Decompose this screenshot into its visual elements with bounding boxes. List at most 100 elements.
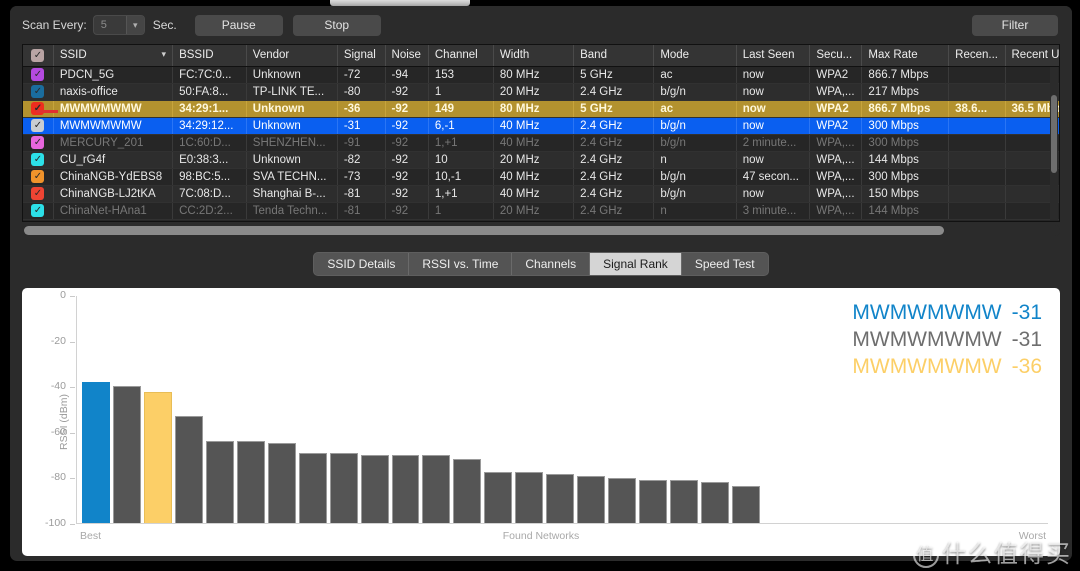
check-icon: ✓	[31, 170, 45, 183]
chart-bar[interactable]	[577, 475, 606, 523]
chart-bar[interactable]	[267, 443, 296, 523]
chart-bar[interactable]	[205, 441, 234, 523]
cell-recent-down: 38.6...	[948, 100, 1006, 118]
cell-last-seen: now	[736, 117, 811, 135]
cell-signal: -72	[337, 66, 386, 84]
row-checkbox[interactable]: ✓	[23, 100, 54, 118]
row-checkbox[interactable]: ✓	[23, 134, 54, 152]
column-header-recent-up-speed[interactable]: Recent Up Spe...	[1005, 45, 1059, 67]
tab-rssi-vs-time[interactable]: RSSI vs. Time	[409, 253, 513, 275]
table-row[interactable]: ✓ ChinaNGB-LJ2tKA 7C:08:D... Shanghai B-...…	[23, 185, 1059, 203]
cell-ssid: CU_rG4f	[53, 151, 174, 169]
scan-interval-select[interactable]: 5 ▾	[92, 15, 145, 35]
chart-bar[interactable]	[143, 391, 172, 523]
chart-bar[interactable]	[608, 477, 637, 523]
row-checkbox[interactable]: ✓	[23, 185, 54, 203]
column-header-bssid[interactable]: BSSID	[172, 45, 247, 67]
table-row[interactable]: ✓ MWMWMWMW 34:29:1... Unknown -36 -92 149 80 MH…	[23, 100, 1059, 118]
column-header-channel[interactable]: Channel	[428, 45, 494, 67]
chart-bar[interactable]	[422, 455, 451, 523]
column-header-last-seen[interactable]: Last Seen	[736, 45, 811, 67]
column-header-width[interactable]: Width	[493, 45, 575, 67]
chart-bar[interactable]	[546, 473, 575, 523]
chart-bar[interactable]	[298, 453, 327, 523]
tab-channels[interactable]: Channels	[512, 253, 591, 275]
chart-bar[interactable]	[391, 455, 420, 523]
pause-button[interactable]: Pause	[194, 14, 283, 36]
header-select-all-checkbox[interactable]: ✓	[23, 45, 54, 67]
chart-x-axis-label: Found Networks	[502, 530, 580, 542]
row-checkbox[interactable]: ✓	[23, 83, 54, 101]
y-tick-label: -40	[50, 380, 66, 393]
seconds-label: Sec.	[152, 18, 177, 32]
cell-vendor: SHENZHEN...	[246, 134, 338, 152]
cell-bssid: 1C:60:D...	[172, 134, 247, 152]
watermark: 值什么值得买	[913, 534, 1072, 569]
chart-bar[interactable]	[82, 381, 110, 523]
row-checkbox[interactable]: ✓	[23, 168, 54, 186]
stop-button[interactable]: Stop	[292, 14, 381, 36]
row-checkbox[interactable]: ✓	[23, 66, 54, 84]
cell-noise: -92	[385, 202, 429, 220]
chart-bar[interactable]	[112, 385, 141, 523]
row-checkbox[interactable]: ✓	[23, 117, 54, 135]
cell-security: WPA,...	[809, 83, 863, 101]
cell-mode: n	[653, 202, 737, 220]
cell-last-seen: now	[736, 83, 811, 101]
chart-bar[interactable]	[360, 455, 389, 523]
cell-width: 80 MHz	[493, 100, 575, 118]
cell-width: 80 MHz	[493, 66, 575, 84]
table-row[interactable]: ✓ ChinaNGB-YdEBS8 98:BC:5... SVA TECHN... -7…	[23, 168, 1059, 186]
tab-ssid-details[interactable]: SSID Details	[314, 253, 410, 275]
row-checkbox[interactable]: ✓	[23, 151, 54, 169]
column-header-max-rate[interactable]: Max Rate	[861, 45, 950, 67]
chart-bar[interactable]	[484, 471, 513, 523]
cell-channel: 149	[428, 100, 494, 118]
table-row[interactable]: ✓ naxis-office 50:FA:8... TP-LINK TE... -80-…	[23, 83, 1059, 101]
table-vertical-scrollbar[interactable]	[1050, 67, 1058, 220]
cell-signal: -73	[337, 168, 386, 186]
table-row[interactable]: ✓ MWMWMWMW 34:29:12... Unknown -31 -92 6,-1 40 …	[23, 117, 1059, 135]
table-horizontal-scrollbar[interactable]	[22, 225, 1060, 236]
column-header-noise[interactable]: Noise	[385, 45, 429, 67]
table-row[interactable]: ✓ PDCN_5G FC:7C:0... Unknown -72 -94 153 80 MHz…	[23, 66, 1059, 84]
chevron-down-icon: ▾	[125, 16, 144, 34]
cell-noise: -92	[385, 100, 429, 118]
column-header-security[interactable]: Secu...	[809, 45, 863, 67]
table-row[interactable]: ✓ ChinaNet-HAna1 CC:2D:2... Tenda Techn... -…	[23, 202, 1059, 220]
column-header-vendor[interactable]: Vendor	[246, 45, 338, 67]
chart-bar[interactable]	[515, 471, 544, 523]
chart-bar[interactable]	[453, 459, 482, 523]
chart-bar[interactable]	[701, 482, 730, 523]
column-header-recent-down-speed[interactable]: Recen...	[948, 45, 1006, 67]
cell-security: WPA,...	[809, 185, 863, 203]
column-header-mode[interactable]: Mode	[653, 45, 737, 67]
table-row[interactable]: ✓ MERCURY_201 1C:60:D... SHENZHEN... -91 -92 1…	[23, 134, 1059, 152]
y-tick-label: -20	[50, 334, 66, 347]
cell-last-seen: now	[736, 151, 811, 169]
column-header-band[interactable]: Band	[573, 45, 655, 67]
filter-button[interactable]: Filter	[972, 14, 1058, 36]
scrollbar-thumb-horizontal[interactable]	[24, 226, 944, 235]
chart-bar[interactable]	[236, 441, 265, 523]
cell-mode: b/g/n	[653, 168, 737, 186]
chart-bar[interactable]	[329, 453, 358, 523]
cell-recent-down	[948, 117, 1006, 135]
cell-security: WPA2	[809, 100, 863, 118]
watermark-logo: 值	[913, 542, 939, 568]
check-icon: ✓	[31, 119, 45, 132]
tab-speed-test[interactable]: Speed Test	[681, 253, 768, 275]
chart-bar[interactable]	[174, 416, 203, 523]
cell-security: WPA,...	[809, 202, 863, 220]
scrollbar-thumb[interactable]	[1051, 95, 1057, 173]
table-row[interactable]: ✓ CU_rG4f E0:38:3... Unknown -82 -92 10 20 MHz 2…	[23, 151, 1059, 169]
tab-signal-rank[interactable]: Signal Rank	[590, 253, 682, 275]
chart-bar[interactable]	[670, 479, 699, 523]
column-header-signal[interactable]: Signal	[337, 45, 386, 67]
chart-bar[interactable]	[732, 486, 760, 523]
networks-table: ✓ SSID ▾ BSSID Vendor Signal Noise Chann…	[23, 45, 1059, 220]
cell-ssid: ChinaNGB-YdEBS8	[53, 168, 174, 186]
row-checkbox[interactable]: ✓	[23, 202, 54, 220]
column-header-ssid[interactable]: SSID ▾	[53, 45, 174, 67]
chart-bar[interactable]	[639, 479, 668, 523]
